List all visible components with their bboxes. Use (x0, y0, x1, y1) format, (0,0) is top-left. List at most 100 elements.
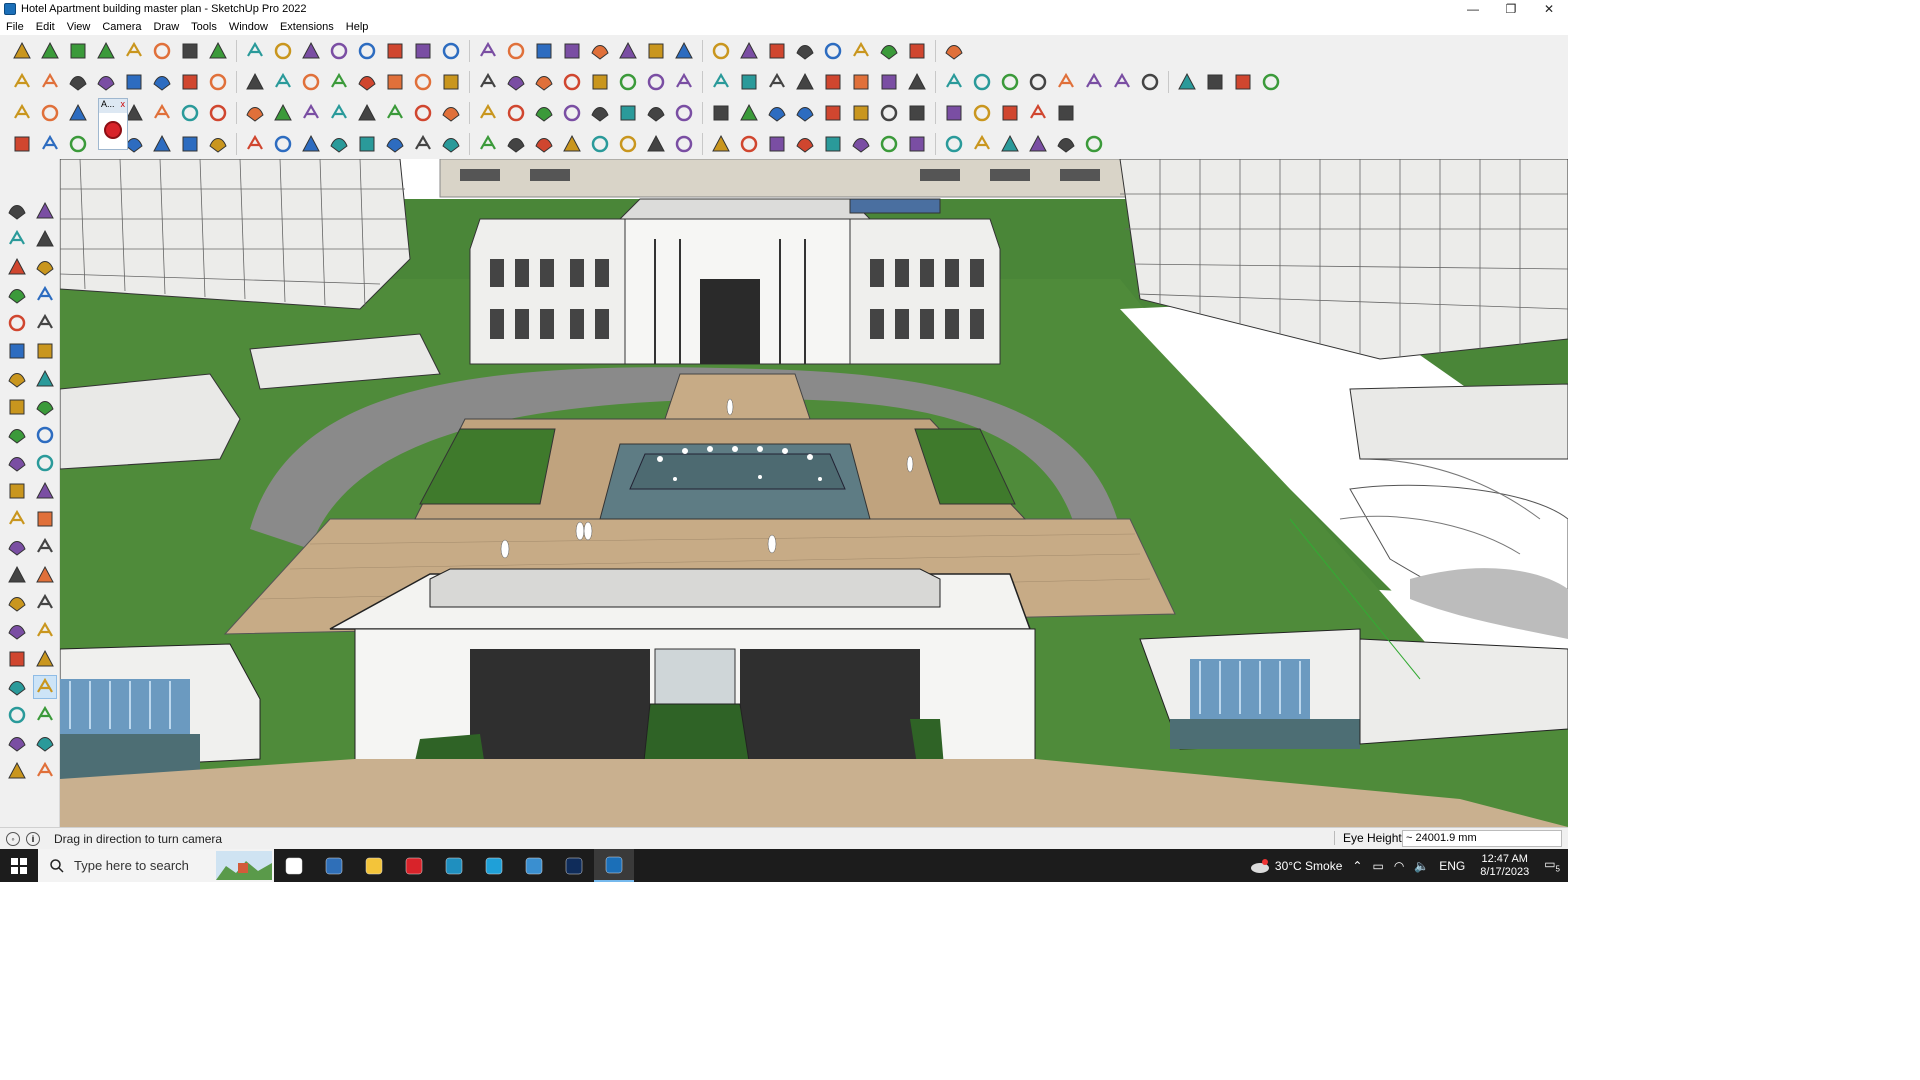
weather-text[interactable]: 30°C Smoke (1275, 859, 1343, 873)
section-plane-icon[interactable] (33, 703, 57, 727)
frame-icon[interactable] (383, 132, 407, 156)
slope-icon[interactable] (616, 132, 640, 156)
extrude5-icon[interactable] (243, 70, 267, 94)
taskbar-search[interactable]: Type here to search (38, 849, 274, 882)
eraser-pink-icon[interactable] (1054, 70, 1078, 94)
orbit-icon[interactable] (411, 39, 435, 63)
box-brown-icon[interactable] (271, 101, 295, 125)
ruby-icon[interactable] (737, 39, 761, 63)
follow-me-tool-icon[interactable] (33, 451, 57, 475)
3dtext-tool-icon[interactable] (33, 563, 57, 587)
rotate-icon[interactable] (271, 39, 295, 63)
protractor-icon[interactable] (5, 535, 29, 559)
select-arrow-icon[interactable] (5, 199, 29, 223)
tape-icon[interactable] (327, 39, 351, 63)
arch-icon[interactable] (737, 132, 761, 156)
info-icon[interactable]: i (26, 831, 40, 846)
eraser-left-icon[interactable] (33, 227, 57, 251)
grid-green-icon[interactable] (737, 101, 761, 125)
fold-icon[interactable] (1175, 70, 1199, 94)
stamp-icon[interactable] (849, 101, 873, 125)
arc3-icon[interactable] (942, 70, 966, 94)
tree-icon[interactable] (504, 101, 528, 125)
components-icon[interactable] (5, 255, 29, 279)
cluster-icon[interactable] (1026, 132, 1050, 156)
cross-green-icon[interactable] (411, 101, 435, 125)
undo-red-icon[interactable] (709, 101, 733, 125)
freehand-icon[interactable] (122, 39, 146, 63)
box-icon[interactable] (10, 70, 34, 94)
line-red-icon[interactable] (1026, 70, 1050, 94)
shop-icon[interactable] (560, 70, 584, 94)
cone-icon[interactable] (476, 101, 500, 125)
bridge-icon[interactable] (821, 132, 845, 156)
extrude4-icon[interactable] (206, 70, 230, 94)
door-icon[interactable] (793, 132, 817, 156)
zigzag2-icon[interactable] (672, 132, 696, 156)
chevron-up-icon[interactable]: ⌃ (1352, 859, 1362, 873)
helix-icon[interactable] (243, 132, 267, 156)
geo-location-icon[interactable]: ◦ (6, 831, 20, 846)
cage-icon[interactable] (476, 132, 500, 156)
axes-icon[interactable] (821, 39, 845, 63)
move-icon[interactable] (243, 39, 267, 63)
ruby-gem-icon[interactable] (104, 121, 122, 139)
polygon-tool-icon[interactable] (33, 339, 57, 363)
paint-bucket-icon[interactable] (5, 227, 29, 251)
roof-icon[interactable] (877, 132, 901, 156)
start-button[interactable] (0, 849, 38, 882)
sphere-icon[interactable] (178, 132, 202, 156)
photoshop-icon[interactable] (554, 849, 594, 882)
box3-icon[interactable] (66, 70, 90, 94)
tape-tool-icon[interactable] (5, 507, 29, 531)
pan-tool-icon[interactable] (33, 591, 57, 615)
sort-desc-icon[interactable] (793, 39, 817, 63)
orbit-tool-icon[interactable] (5, 591, 29, 615)
pan-icon[interactable] (439, 39, 463, 63)
paint-icon[interactable] (383, 39, 407, 63)
zoom-icon[interactable] (10, 39, 34, 63)
car-icon[interactable] (66, 132, 90, 156)
minimize-button[interactable]: — (1454, 0, 1492, 18)
diamond-icon[interactable] (1082, 132, 1106, 156)
fence-icon[interactable] (439, 132, 463, 156)
section-icon[interactable] (532, 39, 556, 63)
component-icon[interactable] (672, 39, 696, 63)
zoom-window-tool-icon[interactable] (33, 619, 57, 643)
shelf-icon[interactable] (849, 132, 873, 156)
stair-icon[interactable] (327, 132, 351, 156)
panel3-icon[interactable] (383, 70, 407, 94)
rake-icon[interactable] (998, 132, 1022, 156)
menu-draw[interactable]: Draw (147, 21, 185, 33)
notification-icon[interactable]: ▭5 (1544, 857, 1560, 873)
arc-3pt-icon[interactable] (33, 395, 57, 419)
menu-view[interactable]: View (61, 21, 97, 33)
spline-icon[interactable] (355, 132, 379, 156)
arc-icon[interactable] (877, 70, 901, 94)
axes-tool-icon[interactable] (5, 563, 29, 587)
sandbox-icon[interactable] (588, 39, 612, 63)
house2-icon[interactable] (504, 70, 528, 94)
plane-blue2-icon[interactable] (38, 101, 62, 125)
line-icon[interactable] (94, 39, 118, 63)
layers-icon[interactable] (560, 39, 584, 63)
corner2-icon[interactable] (299, 132, 323, 156)
display-section-icon[interactable] (5, 731, 29, 755)
square-red-icon[interactable] (178, 101, 202, 125)
rotate-tool-icon[interactable] (5, 451, 29, 475)
zoom-window-icon[interactable] (476, 39, 500, 63)
previous-view-icon[interactable] (33, 647, 57, 671)
battery-icon[interactable]: ▭ (1372, 859, 1383, 873)
extrude3-icon[interactable] (178, 70, 202, 94)
plane-yellow-icon[interactable] (66, 101, 90, 125)
push-pull-icon[interactable] (178, 39, 202, 63)
eraser-icon[interactable] (66, 39, 90, 63)
scale-icon[interactable] (299, 39, 323, 63)
shape-octagon-icon[interactable] (737, 70, 761, 94)
section-fill-icon[interactable] (5, 759, 29, 783)
sketchup-icon[interactable] (594, 849, 634, 882)
book-grid-icon[interactable] (1110, 70, 1134, 94)
path-icon[interactable] (38, 132, 62, 156)
3d-viewport[interactable] (60, 159, 1568, 827)
curve-dots-icon[interactable] (355, 101, 379, 125)
